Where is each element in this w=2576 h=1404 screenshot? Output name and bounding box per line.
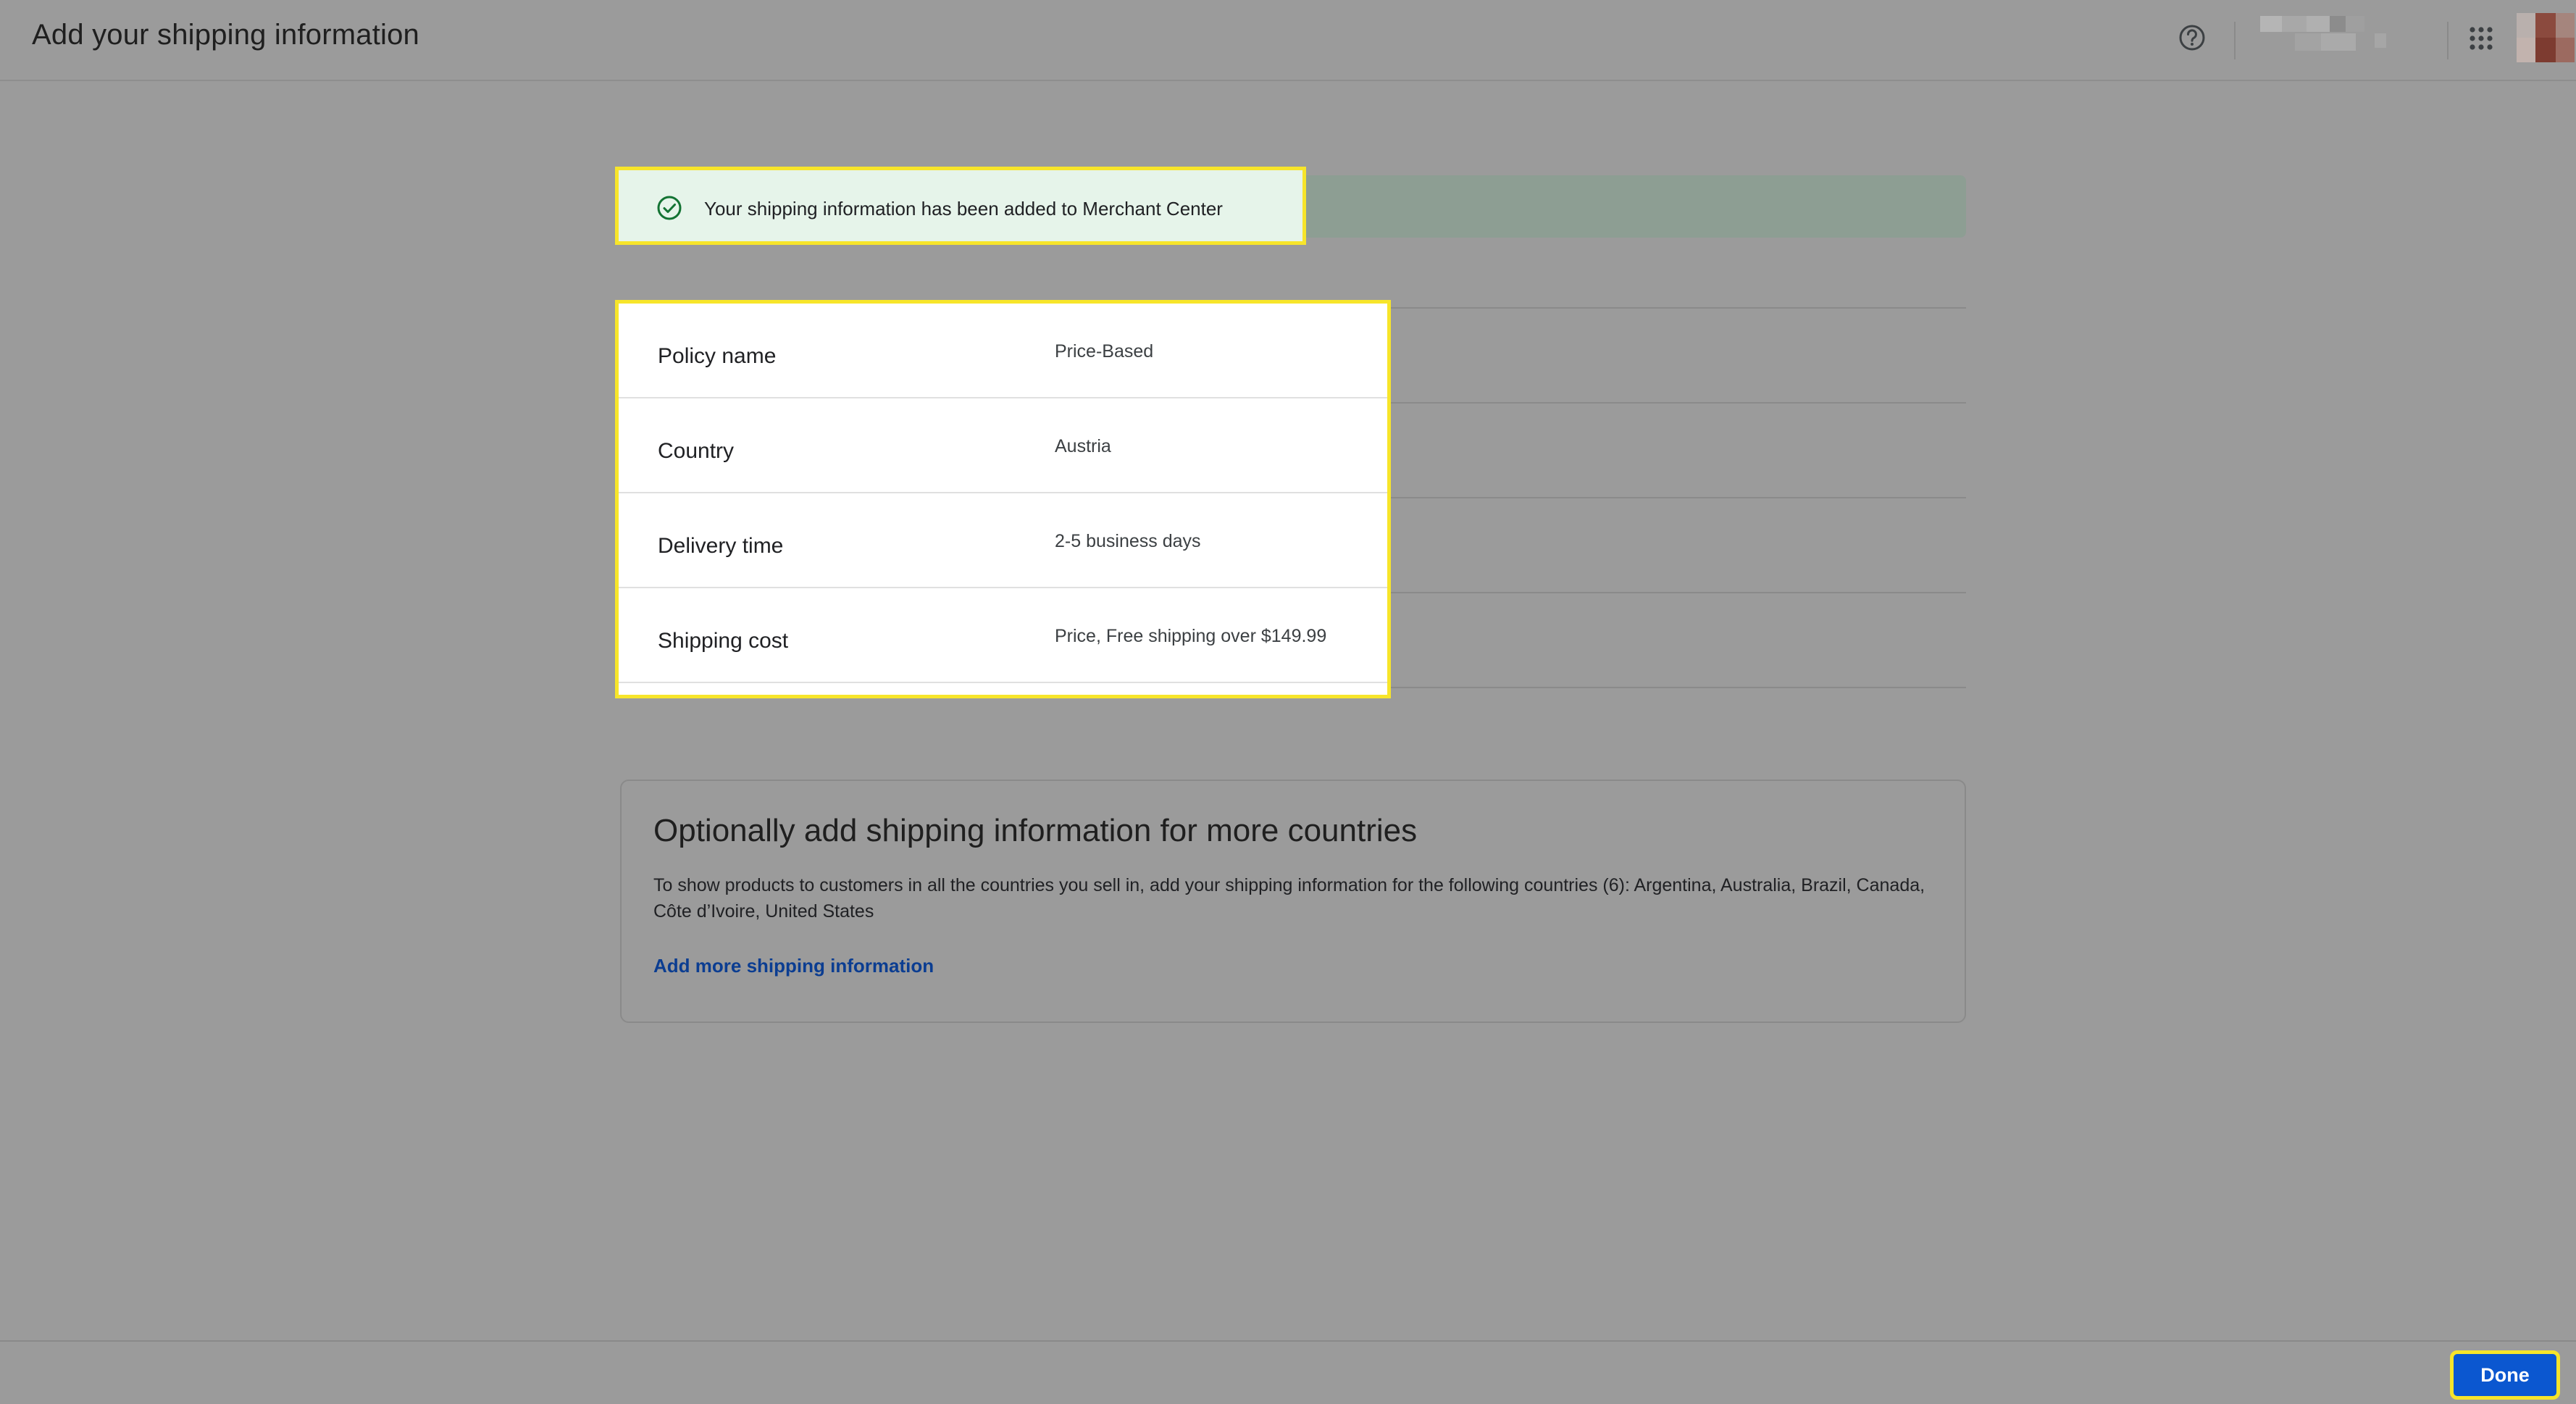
done-button[interactable]: Done bbox=[2450, 1350, 2560, 1400]
check-circle-icon bbox=[656, 195, 682, 221]
apps-grid-icon[interactable] bbox=[2469, 26, 2493, 51]
row-value: 2-5 business days bbox=[1055, 531, 1201, 551]
policy-row-shipping-cost: Shipping cost Price, Free shipping over … bbox=[619, 588, 1387, 683]
success-banner: Your shipping information has been added… bbox=[615, 167, 1306, 245]
success-message: Your shipping information has been added… bbox=[704, 198, 1223, 220]
toolbar-divider bbox=[2447, 22, 2449, 59]
policy-row-country: Country Austria bbox=[619, 398, 1387, 493]
row-label: Country bbox=[658, 439, 735, 463]
help-icon[interactable] bbox=[2178, 23, 2207, 52]
top-bar: Add your shipping information bbox=[0, 0, 2576, 81]
more-countries-title: Optionally add shipping information for … bbox=[653, 813, 1418, 848]
page-title: Add your shipping information bbox=[32, 19, 419, 51]
row-label: Policy name bbox=[658, 344, 777, 368]
policy-row-policy-name: Policy name Price-Based bbox=[619, 304, 1387, 398]
row-label: Shipping cost bbox=[658, 629, 789, 653]
row-value: Price, Free shipping over $149.99 bbox=[1055, 626, 1327, 646]
more-countries-description: To show products to customers in all the… bbox=[653, 875, 1925, 922]
row-value: Price-Based bbox=[1055, 341, 1154, 362]
toolbar-divider bbox=[2234, 22, 2236, 59]
footer-bar: Done bbox=[0, 1340, 2576, 1404]
shipping-policy-summary: Policy name Price-Based Country Austria … bbox=[615, 300, 1391, 698]
policy-row-delivery-time: Delivery time 2-5 business days bbox=[619, 493, 1387, 588]
row-value: Austria bbox=[1055, 436, 1111, 456]
account-info[interactable] bbox=[2259, 14, 2433, 58]
more-countries-card: Optionally add shipping information for … bbox=[620, 780, 1966, 1023]
add-more-shipping-link[interactable]: Add more shipping information bbox=[653, 955, 934, 977]
avatar[interactable] bbox=[2517, 13, 2575, 62]
row-label: Delivery time bbox=[658, 534, 784, 558]
